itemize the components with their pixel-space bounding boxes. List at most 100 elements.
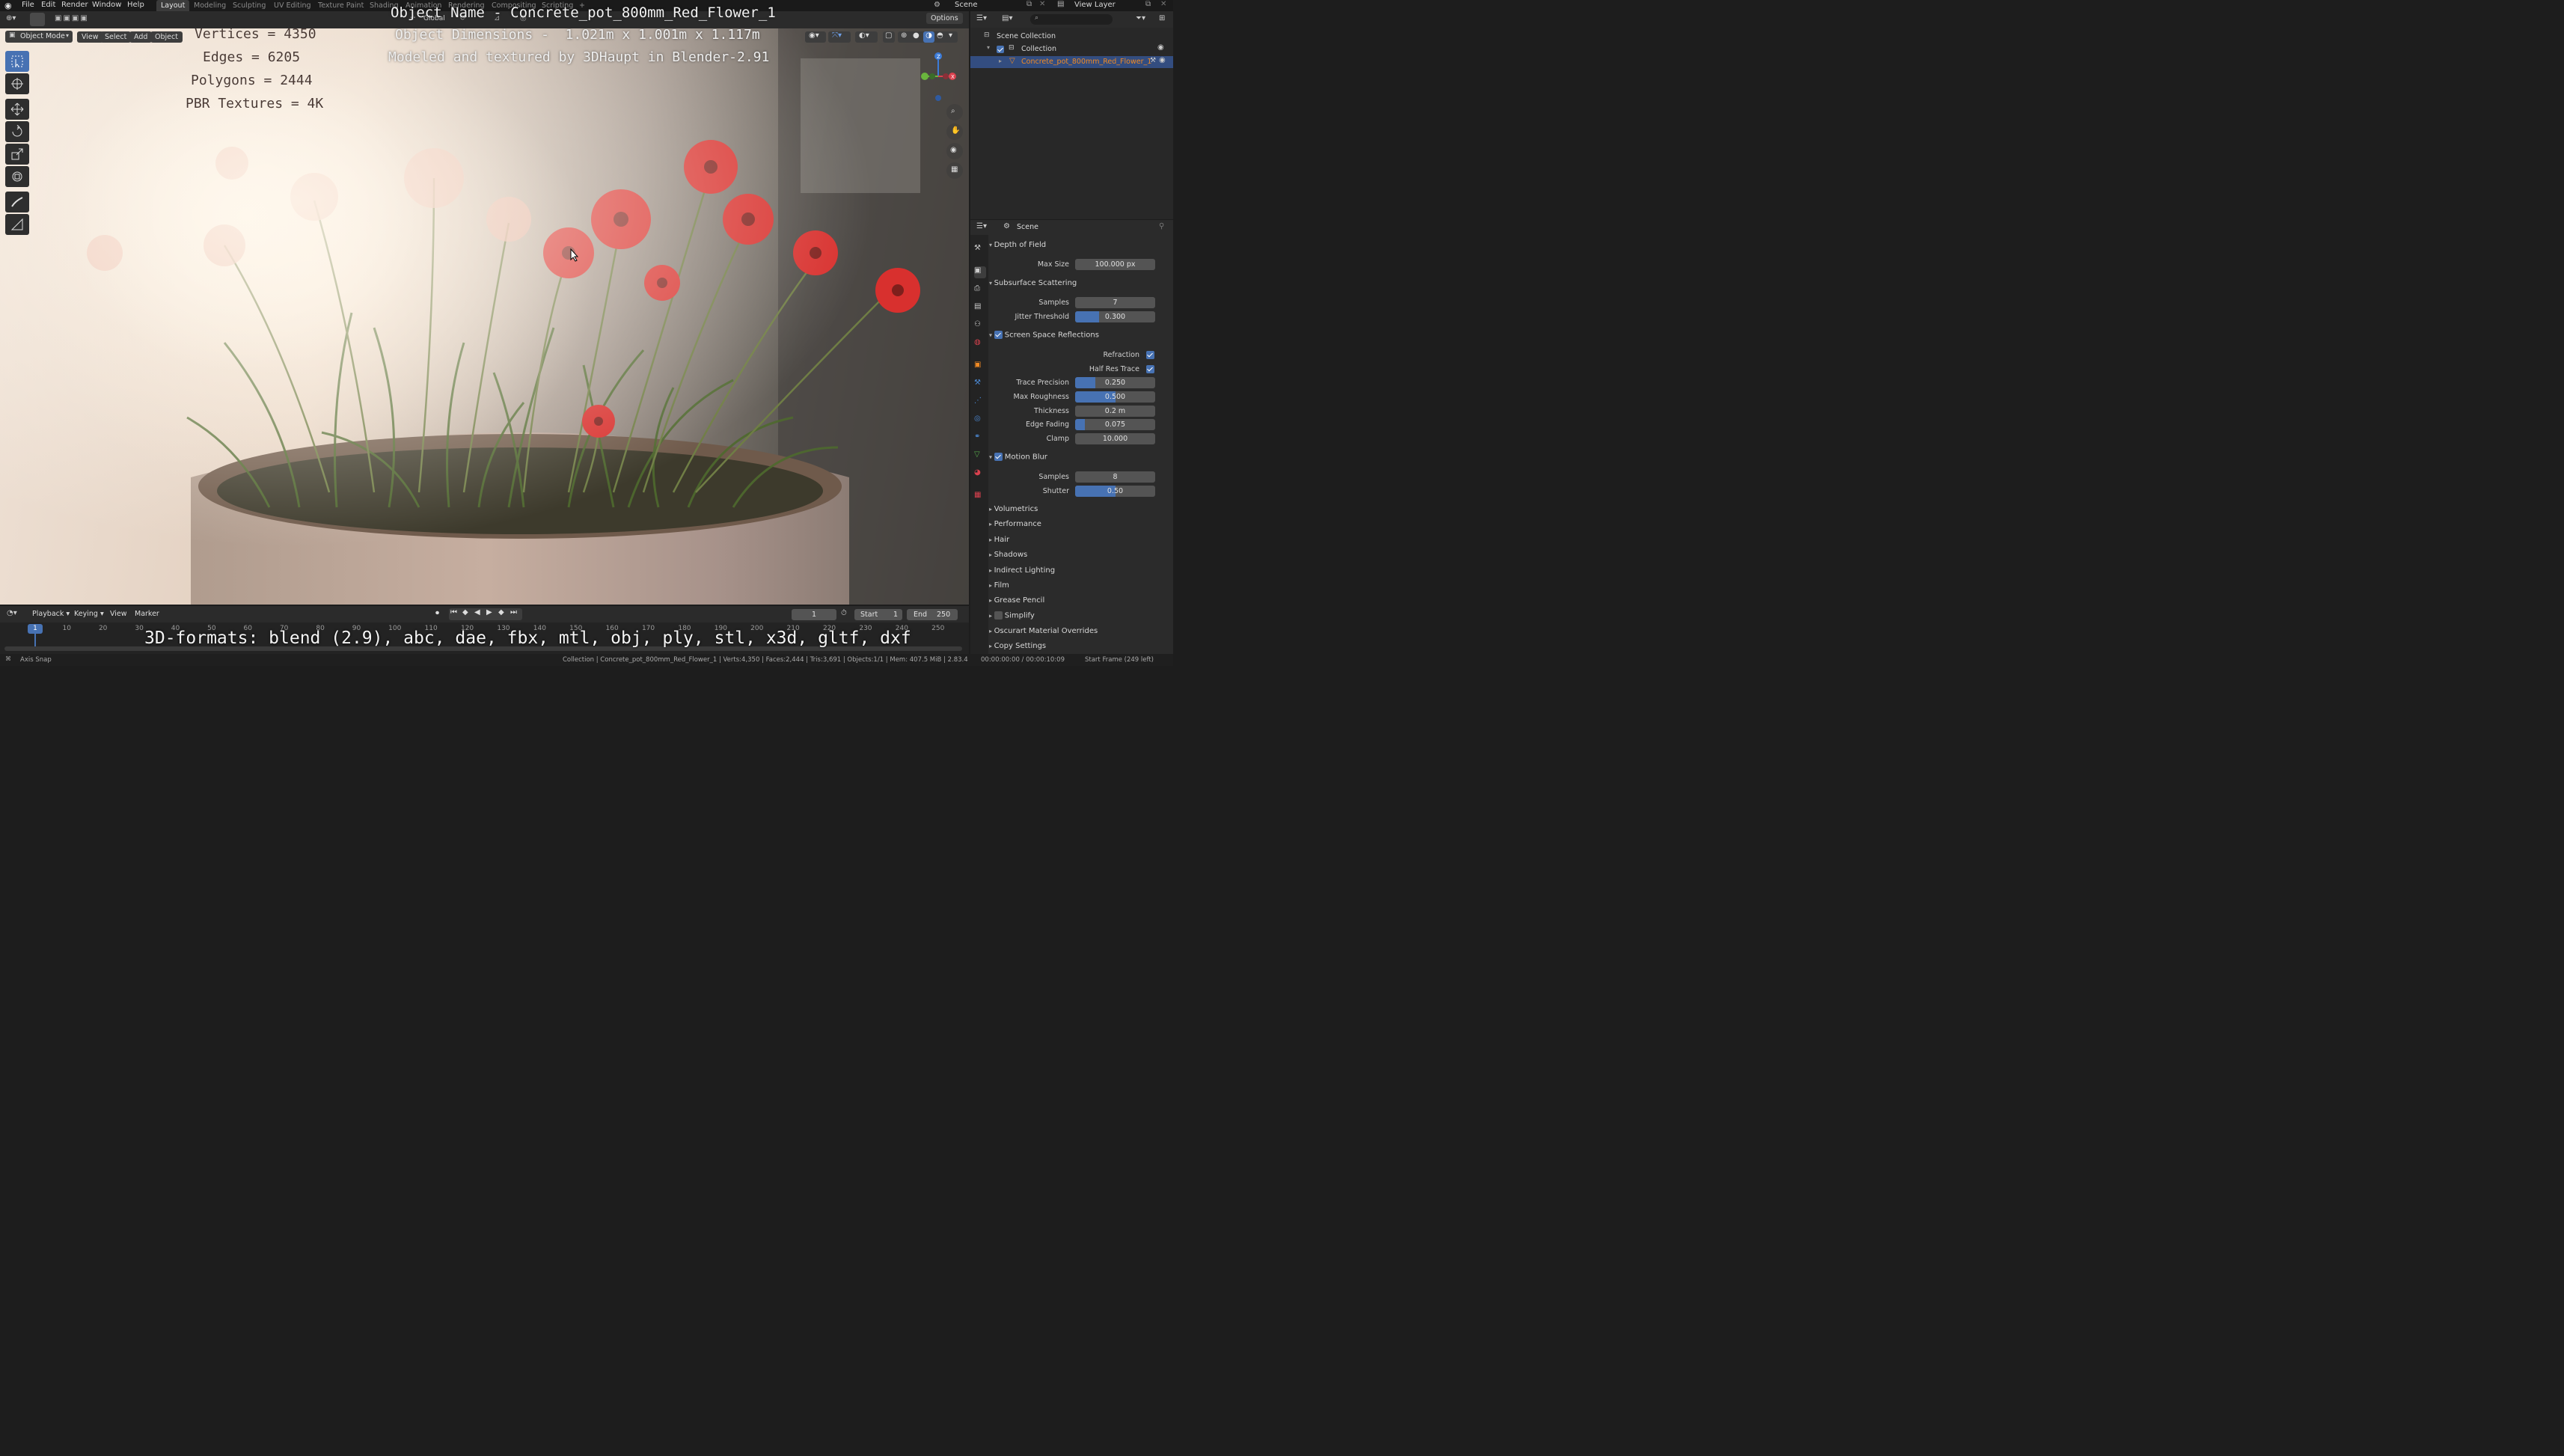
solid-shading-icon[interactable]: ● — [913, 31, 920, 40]
add-menu-button[interactable]: Add — [129, 31, 153, 43]
properties-editor-icon[interactable]: ☰▾ — [976, 222, 987, 230]
shading-modes[interactable]: ⊕ ● ◑ ◓ ▾ — [898, 31, 958, 43]
timeline-view-menu[interactable]: View — [105, 608, 132, 620]
xray-toggle[interactable]: ▢ — [883, 31, 895, 43]
section-grease-pencil[interactable]: ▸ Grease Pencil — [989, 596, 1044, 610]
scene-collection-label[interactable]: Scene Collection — [997, 32, 1056, 40]
cursor-tool[interactable] — [5, 73, 29, 94]
max-roughness-slider[interactable]: 0.500 — [1075, 391, 1155, 403]
section-volumetrics[interactable]: ▸ Volumetrics — [989, 505, 1038, 519]
section-shadows[interactable]: ▸ Shadows — [989, 551, 1027, 564]
section-subsurface-scattering[interactable]: ▾ Subsurface Scattering — [989, 279, 1077, 293]
physics-tab-icon[interactable]: ◎ — [974, 415, 986, 426]
section-hair[interactable]: ▸ Hair — [989, 536, 1009, 549]
overlays-toggle[interactable]: ◐▾ — [855, 31, 878, 43]
tab-modeling[interactable]: Modeling — [189, 0, 230, 11]
zoom-icon[interactable]: ⌕ — [946, 104, 963, 120]
mb-samples-field[interactable]: 8 — [1075, 471, 1155, 483]
tab-layout[interactable]: Layout — [156, 0, 190, 11]
object-visibility-icon[interactable]: ◉ — [1159, 56, 1166, 64]
simplify-checkbox[interactable] — [994, 611, 1003, 620]
tab-sculpting[interactable]: Sculpting — [228, 0, 270, 11]
section-motion-blur[interactable]: ▾ Motion Blur — [989, 453, 1047, 466]
filter-icon[interactable]: ⏷▾ — [1136, 14, 1145, 22]
record-icon[interactable]: ⏺ — [435, 609, 439, 617]
collection-checkbox[interactable] — [997, 46, 1004, 53]
display-mode-icon[interactable]: ▤▾ — [1002, 14, 1012, 22]
ssr-enable-checkbox[interactable] — [994, 331, 1003, 339]
shading-options-icon[interactable]: ▾ — [949, 31, 952, 40]
rendered-shading-icon[interactable]: ◓ — [937, 31, 943, 40]
outliner-search-input[interactable]: ⌕ — [1030, 14, 1113, 25]
play-reverse-icon[interactable]: ◀ — [474, 608, 480, 617]
playhead[interactable]: 1 — [28, 624, 43, 634]
navigation-gizmo[interactable]: Z X — [914, 51, 962, 103]
data-tab-icon[interactable]: ▽ — [974, 450, 986, 462]
scene-icon[interactable]: ⚙ — [934, 1, 940, 9]
options-button[interactable]: Options — [926, 13, 963, 24]
object-label[interactable]: Concrete_pot_800mm_Red_Flower_1 — [1021, 58, 1151, 66]
menu-file[interactable]: File — [22, 0, 34, 11]
collection-label[interactable]: Collection — [1021, 45, 1056, 53]
clamp-field[interactable]: 10.000 — [1075, 433, 1155, 444]
section-performance[interactable]: ▸ Performance — [989, 520, 1041, 533]
jump-end-icon[interactable]: ⏭ — [510, 608, 517, 617]
material-shading-icon[interactable]: ◑ — [923, 31, 934, 43]
select-box-tool[interactable] — [5, 51, 29, 72]
menu-edit[interactable]: Edit — [41, 0, 55, 11]
selection-modes-icon[interactable]: ▣▣▣▣ — [55, 14, 89, 22]
pan-hand-icon[interactable]: ✋ — [946, 123, 963, 140]
texture-tab-icon[interactable]: ▦ — [974, 491, 986, 503]
constraints-tab-icon[interactable]: ⚭ — [974, 432, 986, 444]
particles-tab-icon[interactable]: ⋰ — [974, 397, 986, 409]
current-frame-field[interactable]: 1 — [792, 609, 836, 620]
section-simplify[interactable]: ▸ Simplify — [989, 611, 1035, 625]
annotate-tool[interactable] — [5, 192, 29, 212]
collection-visibility-icon[interactable]: ◉ — [1157, 43, 1164, 52]
max-size-field[interactable]: 100.000 px — [1075, 259, 1155, 270]
material-tab-icon[interactable]: ◕ — [974, 468, 986, 480]
jump-start-icon[interactable]: ⏮ — [450, 608, 457, 617]
copy-scene-icon[interactable]: ⧉ — [1026, 0, 1032, 8]
scene-selector[interactable]: Scene — [955, 0, 978, 11]
menu-render[interactable]: Render — [61, 0, 88, 11]
half-res-trace-checkbox[interactable] — [1146, 365, 1154, 373]
marker-menu[interactable]: Marker — [130, 608, 164, 620]
select-menu-button[interactable]: Select — [100, 31, 132, 43]
edge-fading-slider[interactable]: 0.075 — [1075, 419, 1155, 430]
preview-range-icon[interactable]: ⏱ — [841, 609, 847, 617]
tool-tab-icon[interactable]: ⚒ — [974, 244, 986, 256]
section-film[interactable]: ▸ Film — [989, 581, 1009, 595]
world-tab-icon[interactable]: ◍ — [974, 338, 986, 350]
refraction-checkbox[interactable] — [1146, 351, 1154, 359]
rotate-tool[interactable] — [5, 121, 29, 142]
modifier-tab-icon[interactable]: ⚒ — [974, 379, 986, 391]
jitter-threshold-slider[interactable]: 0.300 — [1075, 311, 1155, 322]
play-icon[interactable]: ▶ — [486, 608, 492, 617]
next-keyframe-icon[interactable]: ◆ — [498, 608, 504, 617]
visibility-toggle[interactable]: ◉▾ — [805, 31, 826, 43]
timeline-editor-icon[interactable]: ◔▾ — [7, 609, 17, 617]
new-collection-icon[interactable]: ⊞ — [1159, 14, 1165, 22]
select-mode-icon[interactable] — [30, 13, 45, 26]
scale-tool[interactable] — [5, 144, 29, 165]
playback-menu[interactable]: Playback ▾ — [28, 608, 74, 620]
view-menu-button[interactable]: View — [77, 31, 103, 43]
mode-selector[interactable]: ▣ Object Mode ▾ — [5, 31, 73, 43]
scene-tab-icon[interactable]: ⚇ — [974, 320, 986, 332]
menu-window[interactable]: Window — [92, 0, 121, 11]
start-frame-field[interactable]: Start 1 — [854, 609, 902, 620]
transform-tool[interactable] — [5, 166, 29, 187]
copy-view-layer-icon[interactable]: ⧉ — [1145, 0, 1151, 8]
close-view-layer-icon[interactable]: ✕ — [1160, 0, 1166, 8]
section-oscurart-overrides[interactable]: ▸ Oscurart Material Overrides — [989, 627, 1098, 640]
menu-help[interactable]: Help — [127, 0, 144, 11]
view-layer-icon[interactable]: ▤ — [1057, 0, 1064, 8]
end-frame-field[interactable]: End 250 — [907, 609, 958, 620]
3d-viewport[interactable]: Z X ⌕ ✋ ◉ ▦ Vertices = 4350 Edges = 6205… — [0, 28, 969, 605]
collection-expand-icon[interactable]: ▾ — [987, 44, 990, 51]
prev-keyframe-icon[interactable]: ◆ — [462, 608, 468, 617]
output-tab-icon[interactable]: ⎙ — [974, 284, 986, 296]
editor-type-icon[interactable]: ⊕▾ — [6, 14, 16, 22]
blender-logo-icon[interactable]: ◉ — [4, 1, 12, 10]
